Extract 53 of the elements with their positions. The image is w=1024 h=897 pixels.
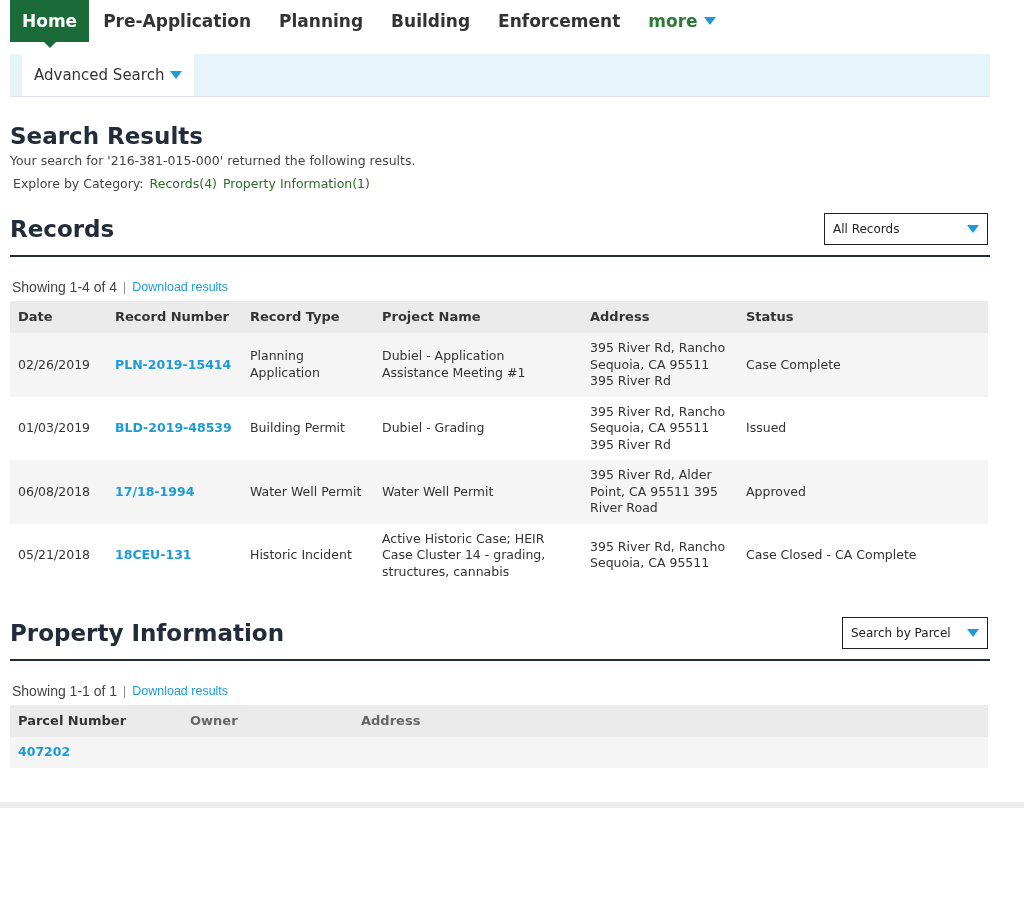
table-cell: Building Permit xyxy=(242,396,374,460)
column-header[interactable]: Record Number xyxy=(107,301,242,333)
nav-tab[interactable]: Pre-Application xyxy=(89,0,266,42)
table-cell: 395 River Rd, Rancho Sequoia, CA 95511 xyxy=(582,523,738,587)
more-menu[interactable]: more xyxy=(634,0,730,42)
table-cell: Dubiel - Grading xyxy=(374,396,582,460)
pointer-icon xyxy=(43,42,56,48)
table-cell: Approved xyxy=(738,460,988,524)
result-count: Showing 1-1 of 1 xyxy=(12,683,118,699)
table-cell: Case Complete xyxy=(738,333,988,397)
advanced-search-menu[interactable]: Advanced Search xyxy=(22,54,195,96)
column-header[interactable]: Owner xyxy=(182,705,353,737)
column-header[interactable]: Project Name xyxy=(374,301,582,333)
table-cell: Water Well Permit xyxy=(242,460,374,524)
column-header[interactable]: Parcel Number xyxy=(10,705,182,737)
table-cell: 01/03/2019 xyxy=(10,396,107,460)
column-header[interactable]: Record Type xyxy=(242,301,374,333)
table-cell: 395 River Rd, Alder Point, CA 95511 395 River Road xyxy=(582,460,738,524)
category-link[interactable]: Records(4) xyxy=(149,176,217,191)
nav-tab[interactable]: Building xyxy=(377,0,485,42)
search-summary: Your search for '216-381-015-000' returned the following results. xyxy=(10,153,417,168)
table-cell: 06/08/2018 xyxy=(10,460,107,524)
filter-dropdown[interactable]: All Records xyxy=(824,213,988,245)
caret-icon xyxy=(967,629,979,637)
caret-icon xyxy=(703,17,716,25)
table-cell: 395 River Rd, Rancho Sequoia, CA 95511 395 River Rd xyxy=(582,333,738,397)
table-cell: 02/26/2019 xyxy=(10,333,107,397)
caret-icon xyxy=(170,71,183,79)
column-header[interactable]: Status xyxy=(738,301,988,333)
table-cell: Issued xyxy=(738,396,988,460)
section-title: Records xyxy=(10,216,115,242)
page-title: Search Results xyxy=(10,123,204,149)
table-cell: 05/21/2018 xyxy=(10,523,107,587)
table-cell: Planning Application xyxy=(242,333,374,397)
table-cell: Dubiel - Application Assistance Meeting #1 xyxy=(374,333,582,397)
table-cell: Active Historic Case; HEIR Case Cluster 14 - grading, structures, cannabis xyxy=(374,523,582,587)
explore-label: Explore by Category: xyxy=(13,176,144,191)
caret-icon xyxy=(967,225,979,233)
category-link[interactable]: Property Information(1) xyxy=(223,176,370,191)
filter-dropdown[interactable]: Search by Parcel xyxy=(842,617,988,649)
nav-tab[interactable]: Planning xyxy=(265,0,378,42)
table-cell: 395 River Rd, Rancho Sequoia, CA 95511 395 River Rd xyxy=(582,396,738,460)
column-header[interactable]: Address xyxy=(582,301,738,333)
column-header[interactable]: Address xyxy=(353,705,988,737)
nav-tab[interactable]: Enforcement xyxy=(484,0,635,42)
separator: | xyxy=(123,684,127,698)
table-cell: Historic Incident xyxy=(242,523,374,587)
table-cell: Water Well Permit xyxy=(374,460,582,524)
table-cell: Case Closed - CA Complete xyxy=(738,523,988,587)
column-header[interactable]: Date xyxy=(10,301,107,333)
result-count: Showing 1-4 of 4 xyxy=(12,279,118,295)
separator: | xyxy=(123,280,127,294)
section-title: Property Information xyxy=(10,620,285,646)
